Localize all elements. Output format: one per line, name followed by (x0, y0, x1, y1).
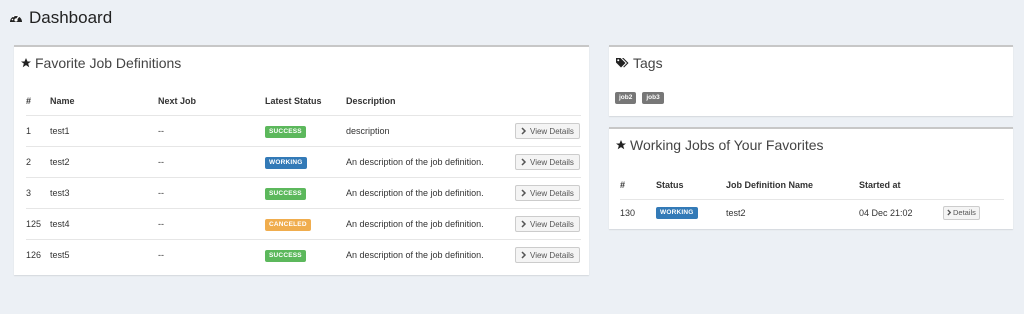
table-row: 126 test5 -- SUCCESS An description of t… (26, 239, 581, 271)
job-id: 1 (26, 115, 50, 147)
action-cell: View Details (515, 146, 581, 178)
table-row: 1 test1 -- SUCCESS description View Deta… (26, 115, 581, 147)
job-id: 125 (26, 208, 50, 240)
job-definition-name: test2 (726, 199, 859, 226)
details-label: Details (953, 208, 976, 218)
table-row: 130 WORKING test2 04 Dec 21:02 Details (620, 199, 1004, 226)
tags-icon (616, 58, 629, 68)
column-header: Latest Status (265, 96, 322, 106)
view-details-label: View Details (530, 126, 574, 136)
status-badge: SUCCESS (265, 187, 306, 200)
favorites-table: # Name Next Job Latest Status Descriptio… (26, 87, 581, 271)
view-details-button[interactable]: View Details (515, 154, 580, 170)
star-icon (21, 58, 31, 68)
status-badge: SUCCESS (265, 249, 306, 262)
column-header-actions (515, 87, 581, 116)
job-description: An description of the job definition. (346, 208, 515, 240)
view-details-label: View Details (530, 188, 574, 198)
chevron-right-icon (521, 127, 527, 135)
tags-list: job2 job3 (615, 92, 664, 104)
job-id: 126 (26, 239, 50, 271)
tags-header: Tags (615, 55, 663, 71)
job-id: 3 (26, 177, 50, 209)
view-details-button[interactable]: View Details (515, 123, 580, 139)
job-id: 2 (26, 146, 50, 178)
table-row: 125 test4 -- CANCELED An description of … (26, 208, 581, 240)
dashboard-icon (10, 14, 22, 22)
page-header: Dashboard (8, 8, 112, 28)
job-name: test3 (50, 177, 158, 209)
column-header: Status (656, 180, 684, 190)
column-header: Job Definition Name (726, 180, 814, 190)
view-details-button[interactable]: View Details (515, 216, 580, 232)
chevron-right-icon (521, 158, 527, 166)
working-jobs-box: Working Jobs of Your Favorites # Status … (609, 127, 1013, 229)
status-cell: WORKING (656, 199, 726, 226)
next-job: -- (158, 146, 265, 178)
favorites-header: Favorite Job Definitions (20, 55, 181, 71)
status-badge: WORKING (265, 156, 307, 169)
working-jobs-header: Working Jobs of Your Favorites (615, 137, 824, 153)
working-jobs-table: # Status Job Definition Name Started at … (620, 171, 1004, 226)
tag-item[interactable]: job2 (615, 92, 637, 104)
job-description: description (346, 115, 515, 147)
page-title: Dashboard (29, 8, 113, 27)
chevron-right-icon (947, 209, 952, 216)
status-cell: WORKING (265, 146, 346, 178)
job-description: An description of the job definition. (346, 239, 515, 271)
view-details-label: View Details (530, 250, 574, 260)
status-cell: SUCCESS (265, 239, 346, 271)
job-id: 130 (620, 199, 656, 226)
action-cell: View Details (515, 177, 581, 209)
status-badge: SUCCESS (265, 125, 306, 138)
column-header: Name (50, 96, 75, 106)
chevron-right-icon (521, 251, 527, 259)
favorites-title: Favorite Job Definitions (35, 55, 182, 71)
view-details-button[interactable]: View Details (515, 185, 580, 201)
table-row: 3 test3 -- SUCCESS An description of the… (26, 177, 581, 209)
job-name: test2 (50, 146, 158, 178)
column-header-actions (943, 171, 1004, 200)
next-job: -- (158, 208, 265, 240)
action-cell: View Details (515, 115, 581, 147)
table-row: 2 test2 -- WORKING An description of the… (26, 146, 581, 178)
job-description: An description of the job definition. (346, 146, 515, 178)
column-header: # (620, 180, 626, 190)
next-job: -- (158, 239, 265, 271)
job-name: test4 (50, 208, 158, 240)
tags-title: Tags (633, 55, 663, 71)
next-job: -- (158, 115, 265, 147)
status-badge: WORKING (656, 207, 698, 220)
tags-box: Tags job2 job3 (609, 45, 1013, 116)
status-cell: SUCCESS (265, 177, 346, 209)
next-job: -- (158, 177, 265, 209)
working-jobs-header-row: # Status Job Definition Name Started at (620, 171, 1004, 200)
view-details-button[interactable]: View Details (515, 247, 580, 264)
tag-item[interactable]: job3 (642, 92, 664, 104)
chevron-right-icon (521, 220, 527, 228)
chevron-right-icon (521, 189, 527, 197)
action-cell: View Details (515, 208, 581, 240)
column-header: Started at (859, 180, 901, 190)
column-header: Next Job (158, 96, 197, 106)
status-badge: CANCELED (265, 218, 311, 231)
details-button[interactable]: Details (943, 205, 980, 220)
favorite-job-definitions-box: Favorite Job Definitions # Name Next Job… (14, 45, 589, 275)
status-cell: CANCELED (265, 208, 346, 240)
column-header: # (26, 96, 32, 106)
action-cell: View Details (515, 239, 581, 271)
job-name: test5 (50, 239, 158, 271)
job-name: test1 (50, 115, 158, 147)
job-description: An description of the job definition. (346, 177, 515, 209)
working-jobs-title: Working Jobs of Your Favorites (630, 137, 824, 153)
status-cell: SUCCESS (265, 115, 346, 147)
started-at: 04 Dec 21:02 (859, 199, 943, 226)
action-cell: Details (943, 199, 1004, 226)
view-details-label: View Details (530, 157, 574, 167)
column-header: Description (346, 96, 396, 106)
favorites-header-row: # Name Next Job Latest Status Descriptio… (26, 87, 581, 116)
star-icon (616, 140, 626, 150)
view-details-label: View Details (530, 219, 574, 229)
